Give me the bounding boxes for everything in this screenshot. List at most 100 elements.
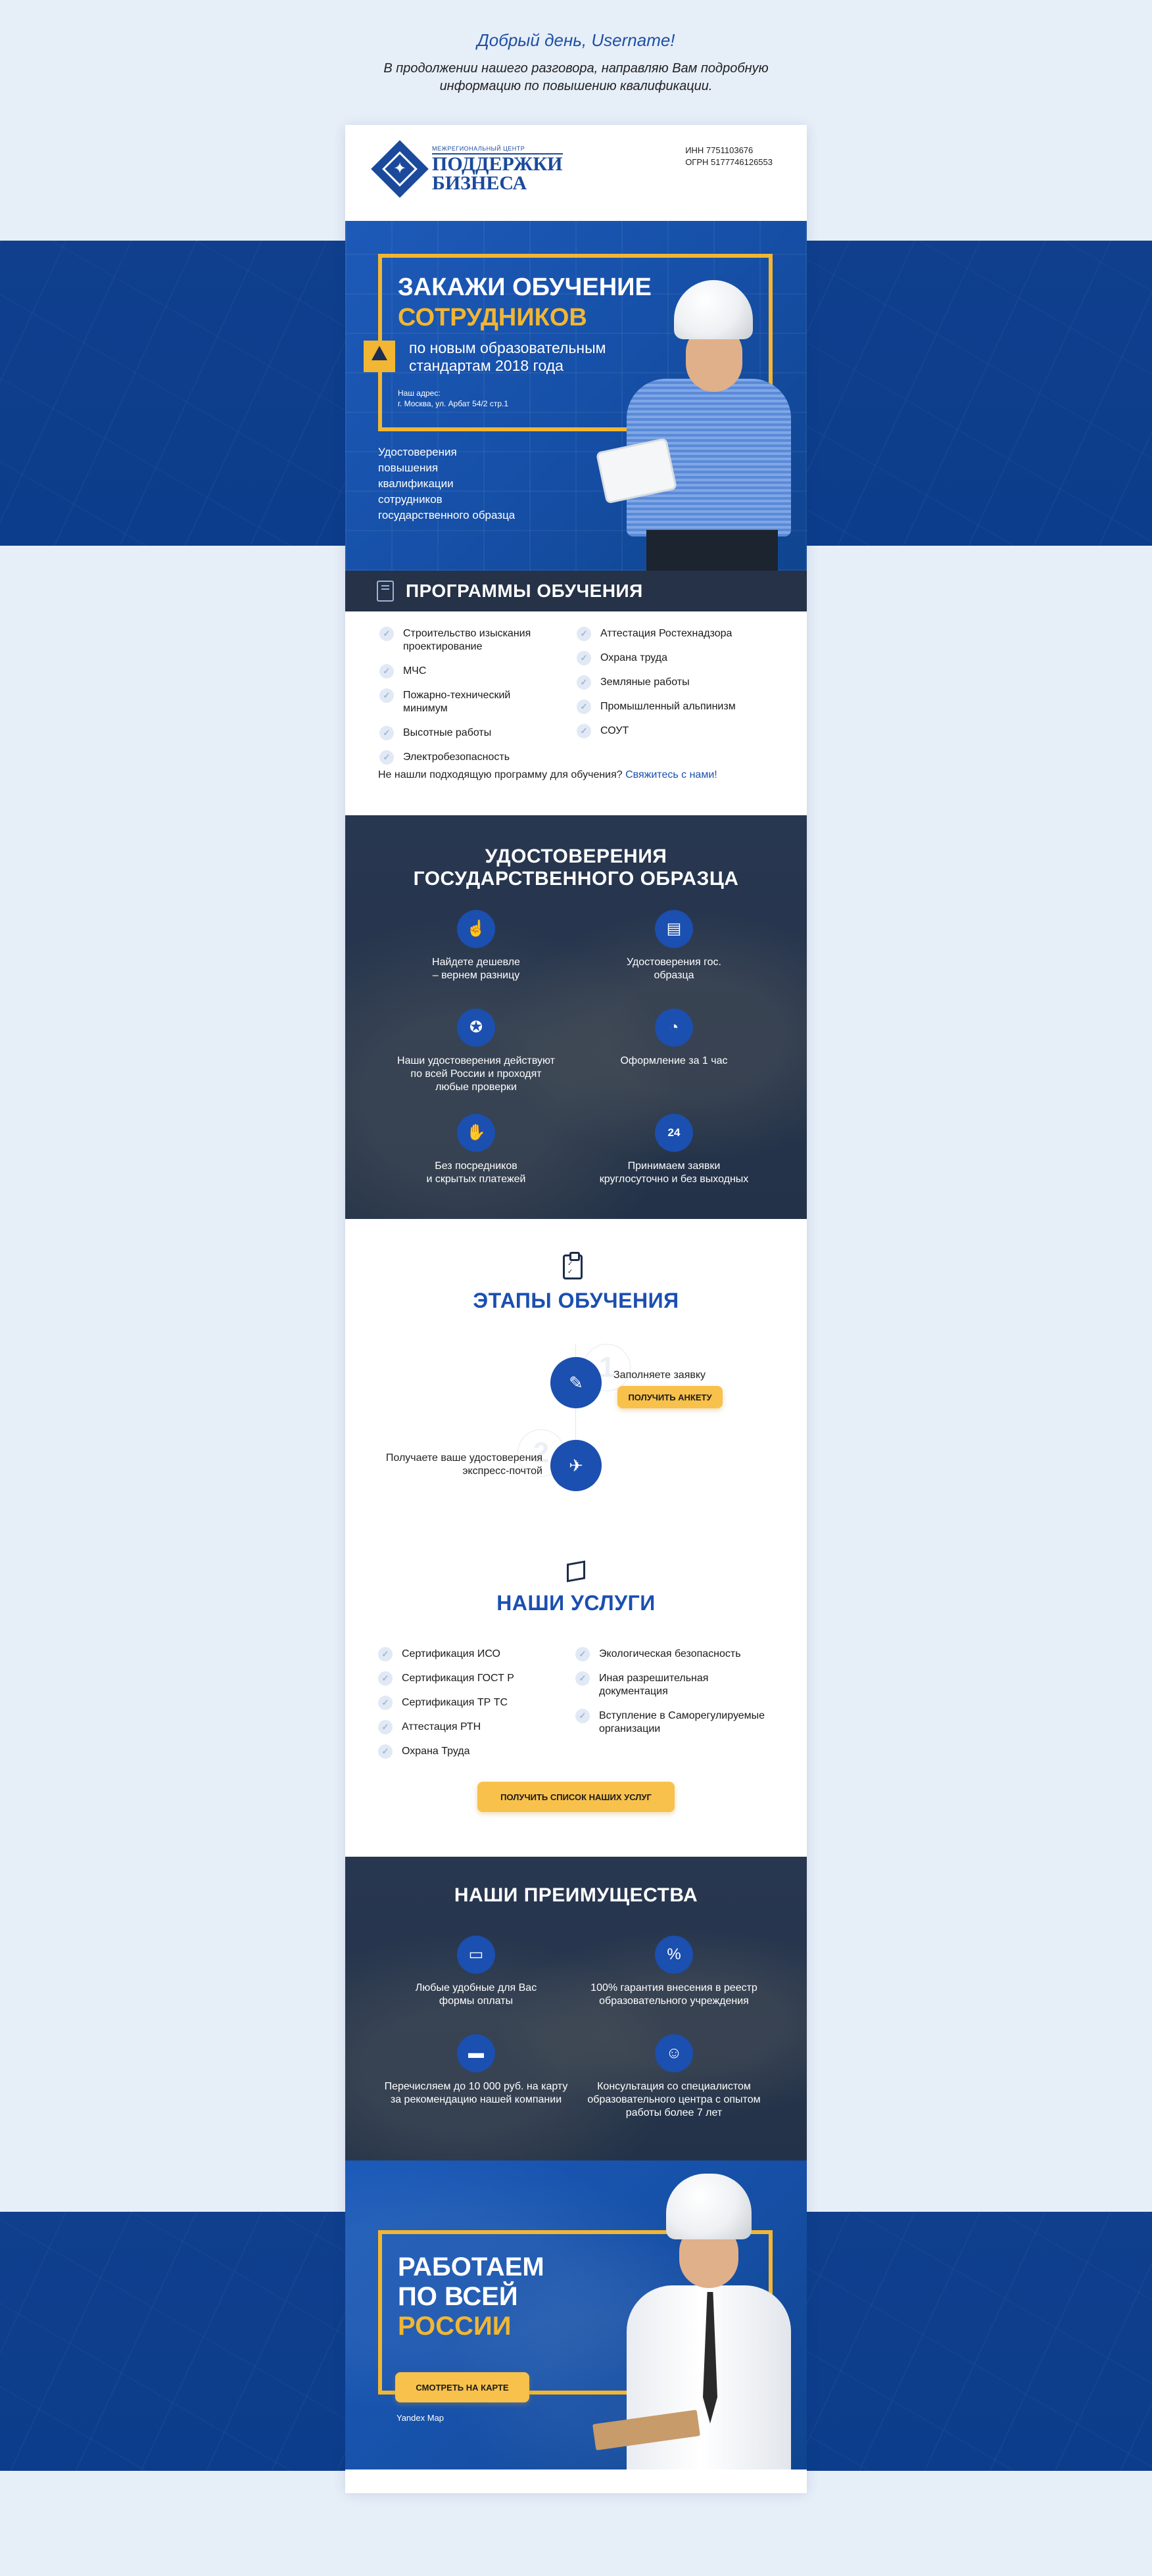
form-icon: ✎ <box>550 1357 602 1408</box>
credit-card-icon: ▬ <box>457 2034 495 2072</box>
feature-text: Найдете дешевле <box>432 957 520 968</box>
email-header: ✦ МЕЖРЕГИОНАЛЬНЫЙ ЦЕНТР ПОДДЕРЖКИ БИЗНЕС… <box>345 125 807 221</box>
list-item: Вступление в Саморегулируемые организаци… <box>575 1709 773 1736</box>
warning-icon <box>364 341 395 372</box>
contact-us-link[interactable]: Свяжитесь с нами! <box>625 769 717 780</box>
feature-item: ◔ Оформление за 1 час <box>575 1009 773 1068</box>
ogrn-text: ОГРН 5177746126553 <box>685 157 773 167</box>
feature-text: Наши удостоверения действуют <box>397 1055 555 1066</box>
view-on-map-button[interactable]: СМОТРЕТЬ НА КАРТЕ <box>395 2372 529 2402</box>
hero-description-line: государственного образца <box>378 509 516 521</box>
clipboard-icon <box>563 1252 583 1279</box>
yandex-map-link[interactable]: Yandex Map <box>396 2413 444 2423</box>
hero-banner: ЗАКАЖИ ОБУЧЕНИЕ СОТРУДНИКОВ по новым обр… <box>345 221 807 571</box>
list-item: Иная разрешительная документация <box>575 1671 773 1698</box>
feature-text: Принимаем заявки <box>627 1160 721 1172</box>
hero-subtitle-line-2: стандартам 2018 года <box>409 357 564 374</box>
logo-line-2: БИЗНЕСА <box>432 172 527 194</box>
list-item: Высотные работы <box>379 726 557 740</box>
feature-text: Перечисляем до 10 000 руб. на карту <box>384 2081 568 2092</box>
greeting-line-1: В продолжении нашего разговора, направля… <box>383 61 769 76</box>
eagle-emblem-icon: ✦ <box>371 140 429 198</box>
specialist-icon: ☺ <box>655 2034 693 2072</box>
certificates-section: УДОСТОВЕРЕНИЯ ГОСУДАРСТВЕННОГО ОБРАЗЦА ☝… <box>345 815 807 1219</box>
hero-description-line: сотрудников <box>378 493 443 506</box>
feature-text: Без посредников <box>435 1160 517 1172</box>
list-item: Охрана труда <box>577 651 774 665</box>
programs-header: ПРОГРАММЫ ОБУЧЕНИЯ <box>345 571 807 611</box>
list-item: Строительство изыскания проектирование <box>379 627 557 654</box>
certificate-icon: ▤ <box>655 910 693 948</box>
feature-item: 24 Принимаем заявки круглосуточно и без … <box>575 1114 773 1186</box>
feature-text: образовательного учреждения <box>599 1995 749 2007</box>
feature-text: круглосуточно и без выходных <box>599 1174 749 1185</box>
list-item: СОУТ <box>577 724 774 738</box>
email-card: ✦ МЕЖРЕГИОНАЛЬНЫЙ ЦЕНТР ПОДДЕРЖКИ БИЗНЕС… <box>345 125 807 2493</box>
feature-text: Оформление за 1 час <box>620 1055 728 1066</box>
hero-description-line: квалификации <box>378 477 454 490</box>
hero-description: Удостоверения повышения квалификации сот… <box>378 444 515 523</box>
step-2-text-line: экспресс-почтой <box>462 1466 542 1477</box>
advantages-title: НАШИ ПРЕИМУЩЕСТВА <box>454 1884 698 1906</box>
step-1-text: Заполняете заявку <box>613 1370 706 1381</box>
greeting-title: Добрый день, Username! <box>477 30 675 50</box>
address-value: г. Москва, ул. Арбат 54/2 стр.1 <box>398 399 509 408</box>
greeting-line-2: информацию по повышению квалификации. <box>439 79 713 93</box>
list-item: Охрана Труда <box>378 1744 556 1759</box>
programs-note-text: Не нашли подходящую программу для обучен… <box>378 769 623 780</box>
list-item: Пожарно-технический минимум <box>379 688 557 715</box>
feature-text: Удостоверения гос. <box>627 957 721 968</box>
hero-description-line: Удостоверения <box>378 446 457 458</box>
address-label: Наш адрес: <box>398 389 441 398</box>
russia-title-line-3: РОССИИ <box>398 2312 512 2341</box>
programs-section: Строительство изыскания проектирование М… <box>345 611 807 815</box>
company-logo[interactable]: ✦ МЕЖРЕГИОНАЛЬНЫЙ ЦЕНТР ПОДДЕРЖКИ БИЗНЕС… <box>371 140 563 198</box>
feature-item: % 100% гарантия внесения в реестр образо… <box>575 1936 773 2008</box>
greeting-text: В продолжении нашего разговора, направля… <box>0 60 1152 95</box>
24-hours-icon: 24 <box>655 1114 693 1152</box>
feature-text: – вернем разницу <box>432 970 520 981</box>
hero-subtitle-line-1: по новым образовательным <box>409 339 606 356</box>
list-item: МЧС <box>379 664 557 679</box>
programs-list-right: Аттестация Ростехнадзора Охрана труда Зе… <box>577 627 774 749</box>
certificates-title-line-2: ГОСУДАРСТВЕННОГО ОБРАЗЦА <box>413 868 739 890</box>
feature-item: ▬ Перечисляем до 10 000 руб. на карту за… <box>377 2034 575 2107</box>
feature-item: ✋ Без посредников и скрытых платежей <box>377 1114 575 1186</box>
feature-item: ▤ Удостоверения гос. образца <box>575 910 773 982</box>
get-form-button[interactable]: ПОЛУЧИТЬ АНКЕТУ <box>617 1386 723 1408</box>
feature-text: образца <box>654 970 694 981</box>
certificates-title: УДОСТОВЕРЕНИЯ ГОСУДАРСТВЕННОГО ОБРАЗЦА <box>345 846 807 890</box>
stages-section: ЭТАПЫ ОБУЧЕНИЯ 1 ✎ Заполняете заявку ПОЛ… <box>345 1219 807 1528</box>
list-item: Сертификация ГОСТ Р <box>378 1671 556 1686</box>
feature-text: Консультация со специалистом <box>597 2081 751 2092</box>
hero-subtitle: по новым образовательным стандартам 2018… <box>409 339 606 375</box>
feature-item: ✪ Наши удостоверения действуют по всей Р… <box>377 1009 575 1094</box>
feature-text: Любые удобные для Вас <box>415 1982 537 1993</box>
book-icon <box>377 581 394 602</box>
russia-title: РАБОТАЕМ ПО ВСЕЙ РОССИИ <box>398 2253 544 2341</box>
hand-coin-icon: ☝ <box>457 910 495 948</box>
plane-icon: ✈ <box>550 1440 602 1491</box>
logo-line-1: ПОДДЕРЖКИ <box>432 153 563 175</box>
services-section: НАШИ УСЛУГИ Сертификация ИСО Сертификаци… <box>345 1528 807 1857</box>
step-2-text-line: Получаете ваше удостоверения <box>385 1452 542 1464</box>
feature-text: формы оплаты <box>439 1995 514 2007</box>
stages-title: ЭТАПЫ ОБУЧЕНИЯ <box>473 1289 679 1312</box>
businessman-with-clipboard-image <box>592 2174 798 2469</box>
feature-text: работы более 7 лет <box>625 2107 723 2118</box>
step-2-text: Получаете ваше удостоверения экспресс-по… <box>345 1452 542 1478</box>
list-item: Промышленный альпинизм <box>577 700 774 714</box>
worker-with-tablet-image <box>595 280 798 571</box>
handshake-icon: ✋ <box>457 1114 495 1152</box>
percent-icon: % <box>655 1936 693 1974</box>
services-list-right: Экологическая безопасность Иная разрешит… <box>575 1647 773 1747</box>
hero-description-line: повышения <box>378 462 439 474</box>
programs-note: Не нашли подходящую программу для обучен… <box>378 769 717 781</box>
hero-address: Наш адрес: г. Москва, ул. Арбат 54/2 стр… <box>398 388 508 409</box>
russia-banner: РАБОТАЕМ ПО ВСЕЙ РОССИИ СМОТРЕТЬ НА КАРТ… <box>345 2160 807 2469</box>
feature-item: ☺ Консультация со специалистом образоват… <box>575 2034 773 2120</box>
medal-icon: ✪ <box>457 1009 495 1047</box>
get-services-list-button[interactable]: ПОЛУЧИТЬ СПИСОК НАШИХ УСЛУГ <box>477 1782 675 1812</box>
list-item: Электробезопасность <box>379 750 557 765</box>
list-item: Сертификация ТР ТС <box>378 1696 556 1710</box>
